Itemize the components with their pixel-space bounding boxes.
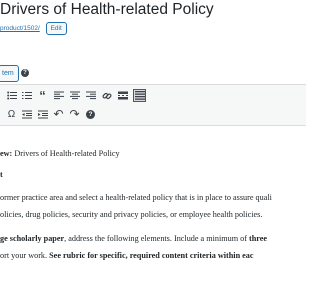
keyboard-help-icon[interactable]: ? xyxy=(84,108,97,121)
undo-icon[interactable]: ↶ xyxy=(52,108,65,121)
toolbar-row-2: Ω ↶ ↷ ? xyxy=(0,106,300,123)
content-subheading: t xyxy=(0,170,3,179)
permalink-link[interactable]: product/1502/ xyxy=(0,25,40,32)
edit-permalink-button[interactable]: Edit xyxy=(45,21,67,35)
post-title-input[interactable]: Drivers of Health-related Policy xyxy=(0,0,214,20)
blockquote-icon[interactable]: “ xyxy=(36,89,49,102)
paragraph-1-line-2: olicies, drug policies, security and pri… xyxy=(0,210,263,219)
paragraph-2-bold-c: See rubric for specific, required conten… xyxy=(49,251,254,260)
outdent-icon[interactable] xyxy=(20,108,33,121)
link-icon[interactable] xyxy=(100,89,113,102)
redo-icon[interactable]: ↷ xyxy=(68,108,81,121)
paragraph-2-text-a: , address the following elements. Includ… xyxy=(64,234,249,243)
align-right-icon[interactable] xyxy=(84,89,97,102)
paragraph-2-line-2: ort your work. See rubric for specific, … xyxy=(0,251,254,260)
editor-toolbar: “ Ω ↶ ↷ ? xyxy=(0,84,306,126)
heading-label: ew: xyxy=(0,149,13,158)
toolbar-row-1: “ xyxy=(0,87,300,104)
content-heading: ew: Drivers of Health-related Policy xyxy=(0,149,120,158)
kitchen-sink-toggle-icon[interactable] xyxy=(133,89,146,102)
align-center-icon[interactable] xyxy=(68,89,81,102)
special-character-icon[interactable]: Ω xyxy=(5,108,18,121)
indent-icon[interactable] xyxy=(36,108,49,121)
numbered-list-icon[interactable] xyxy=(20,89,33,102)
heading-value: Drivers of Health-related Policy xyxy=(12,149,120,158)
read-more-icon[interactable] xyxy=(116,89,129,102)
bullet-list-icon[interactable] xyxy=(5,89,18,102)
help-glyph: ? xyxy=(86,110,95,119)
add-item-button[interactable]: tem xyxy=(0,65,19,82)
paragraph-1-line-1: ormer practice area and select a health-… xyxy=(0,193,272,202)
paragraph-2-line-1: ge scholarly paper, address the followin… xyxy=(0,234,267,243)
align-left-icon[interactable] xyxy=(52,89,65,102)
permalink-row: product/1502/ Edit xyxy=(0,21,67,37)
paragraph-2-bold-b: three xyxy=(249,234,268,243)
paragraph-2-bold-a: ge scholarly paper xyxy=(0,234,65,243)
help-icon[interactable]: ? xyxy=(21,69,29,77)
paragraph-2-text-b: ort your work. xyxy=(0,251,50,260)
